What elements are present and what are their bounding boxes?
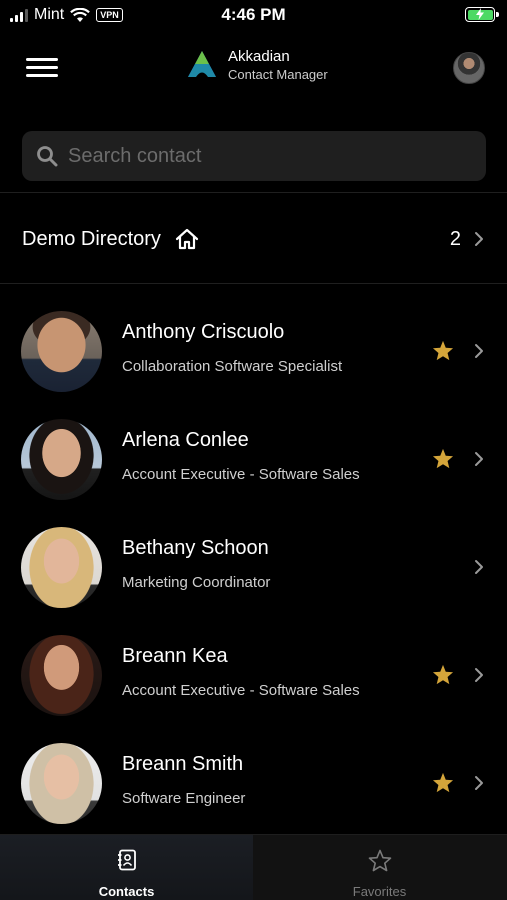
status-time: 4:46 PM	[221, 5, 286, 24]
contact-title: Software Engineer	[122, 790, 246, 807]
home-icon	[175, 228, 199, 250]
star-outline-icon	[368, 849, 391, 872]
tab-favorites-label: Favorites	[352, 884, 407, 899]
tab-contacts-label: Contacts	[98, 884, 155, 899]
akkadian-logo-icon	[188, 51, 216, 77]
star-filled-icon[interactable]	[432, 448, 454, 469]
chevron-right-icon	[475, 452, 483, 466]
search-icon	[37, 146, 58, 167]
directory-label: Demo Directory	[22, 227, 161, 250]
app-brand: Akkadian Contact Manager	[186, 48, 328, 82]
contact-title: Account Executive - Software Sales	[122, 466, 360, 483]
avatar	[21, 419, 102, 500]
directory-row[interactable]: Demo Directory 2	[0, 196, 507, 282]
tab-bar: Contacts Favorites	[0, 834, 507, 900]
contact-title: Account Executive - Software Sales	[122, 682, 360, 699]
menu-icon[interactable]	[26, 58, 58, 78]
contact-name: Anthony Criscuolo	[122, 321, 285, 343]
avatar	[21, 635, 102, 716]
contact-row-breann-smith[interactable]: Breann Smith Software Engineer	[0, 731, 507, 839]
avatar	[21, 527, 102, 608]
contact-name: Arlena Conlee	[122, 429, 249, 451]
directory-count: 2	[449, 227, 461, 250]
app-subtitle: Contact Manager	[228, 67, 328, 82]
avatar	[21, 311, 102, 392]
divider	[0, 192, 507, 193]
app-name: Akkadian	[228, 48, 290, 65]
contact-name: Bethany Schoon	[122, 537, 269, 559]
star-filled-icon[interactable]	[432, 340, 454, 361]
contact-title: Marketing Coordinator	[122, 574, 271, 591]
divider	[0, 283, 507, 284]
contact-row-anthony-criscuolo[interactable]: Anthony Criscuolo Collaboration Software…	[0, 299, 507, 407]
search-placeholder: Search contact	[68, 144, 202, 167]
contact-row-bethany-schoon[interactable]: Bethany Schoon Marketing Coordinator	[0, 515, 507, 623]
contact-name: Breann Kea	[122, 645, 228, 667]
profile-avatar[interactable]	[453, 52, 485, 84]
status-bar: Mint VPN 4:46 PM	[0, 0, 507, 30]
star-filled-icon[interactable]	[432, 664, 454, 685]
contact-row-arlena-conlee[interactable]: Arlena Conlee Account Executive - Softwa…	[0, 407, 507, 515]
chevron-right-icon	[475, 560, 483, 574]
contact-row-breann-kea[interactable]: Breann Kea Account Executive - Software …	[0, 623, 507, 731]
contact-card-icon	[117, 849, 136, 871]
contact-name: Breann Smith	[122, 753, 244, 775]
app-header: Akkadian Contact Manager	[0, 40, 507, 96]
battery-icon	[465, 7, 499, 22]
tab-favorites[interactable]: Favorites	[253, 835, 506, 900]
star-filled-icon[interactable]	[432, 772, 454, 793]
chevron-right-icon	[475, 232, 483, 246]
avatar	[21, 743, 102, 824]
search-input[interactable]: Search contact	[22, 131, 486, 181]
chevron-right-icon	[475, 668, 483, 682]
chevron-right-icon	[475, 776, 483, 790]
chevron-right-icon	[475, 344, 483, 358]
tab-contacts[interactable]: Contacts	[0, 835, 253, 900]
contact-title: Collaboration Software Specialist	[122, 358, 343, 375]
